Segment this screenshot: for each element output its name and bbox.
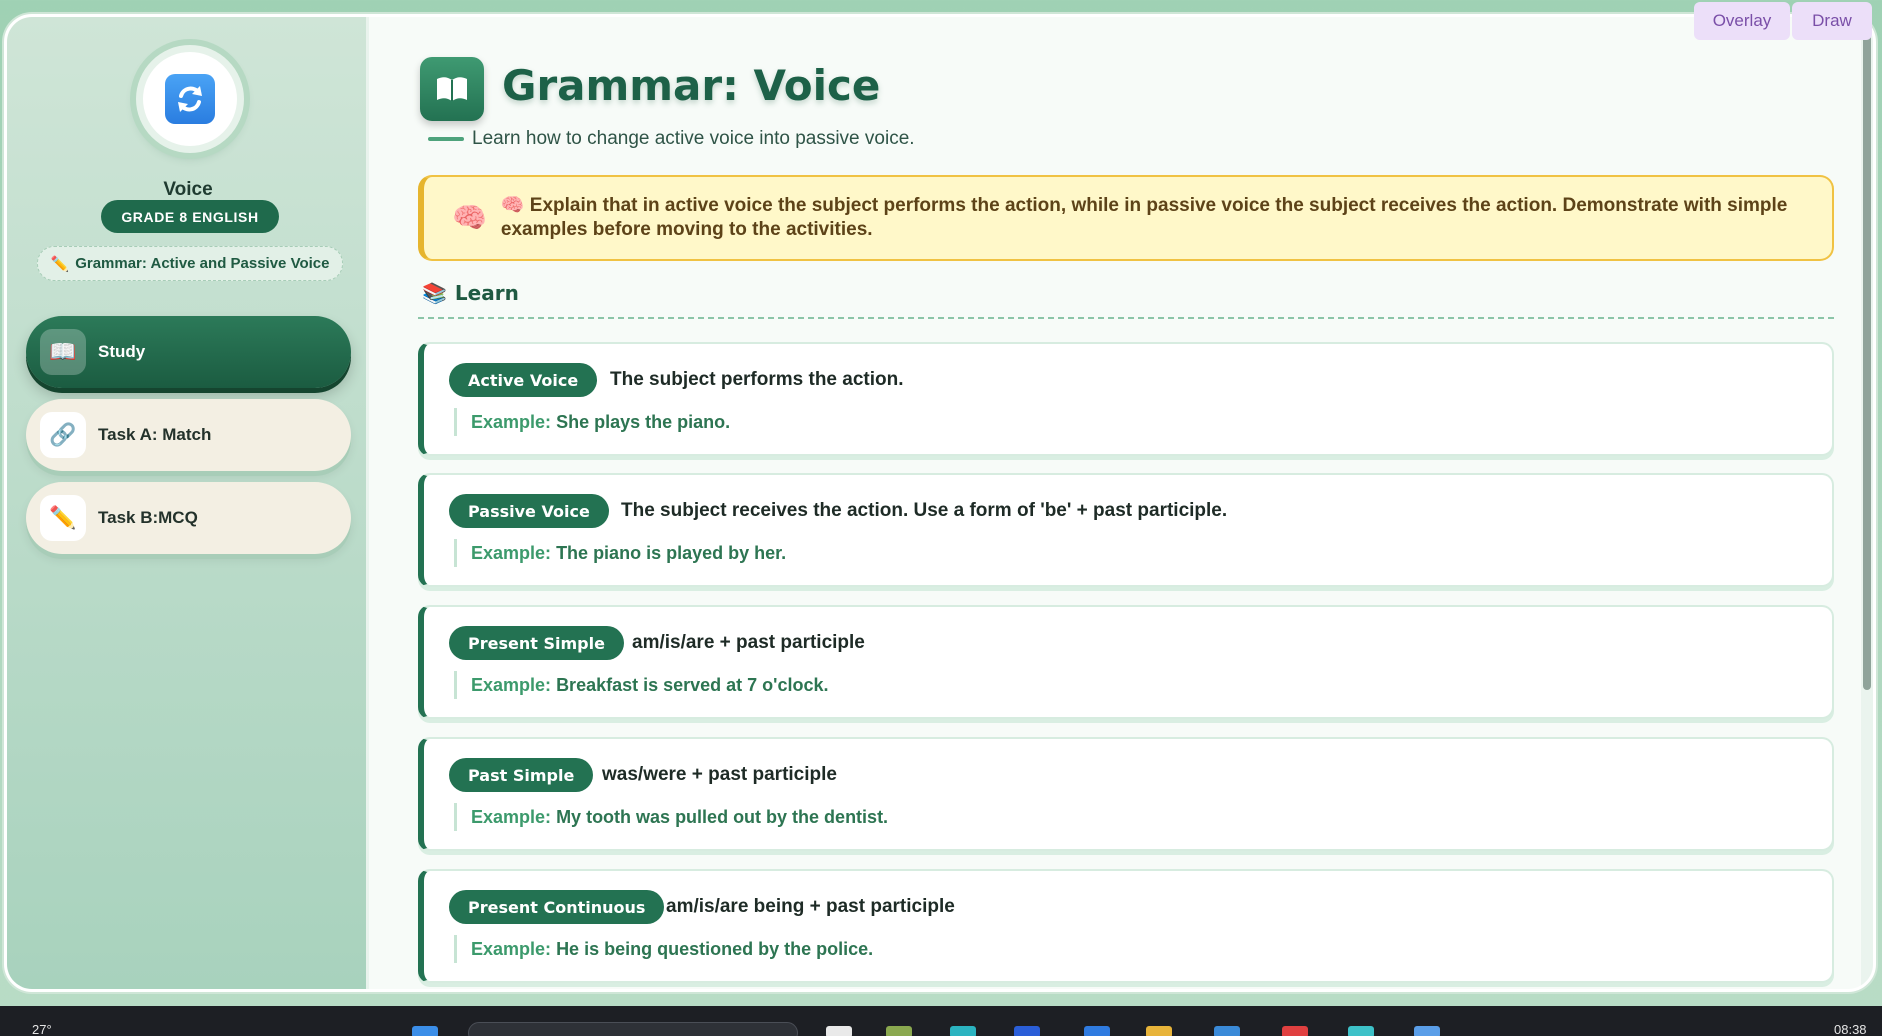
nav-item-task-b-mcq[interactable]: ✏️ Task B:MCQ: [26, 482, 351, 554]
refresh-icon: [165, 74, 215, 124]
clock[interactable]: 08:38: [1834, 1022, 1867, 1036]
scrollbar-thumb[interactable]: [1863, 25, 1871, 690]
term-definition: am/is/are being + past participle: [666, 896, 955, 917]
app-logo: [136, 45, 244, 153]
learn-section-heading: 📚 Learn: [422, 281, 519, 305]
topic-label: Grammar: Active and Passive Voice: [75, 255, 330, 272]
page-subtitle: Learn how to change active voice into pa…: [428, 128, 915, 150]
example-line: Example: The piano is played by her.: [454, 539, 786, 567]
topic-chip: ✏️ Grammar: Active and Passive Voice: [37, 246, 343, 281]
taskbar-app-icon[interactable]: [1014, 1026, 1040, 1036]
nav-item-study[interactable]: 📖 Study: [26, 316, 351, 388]
main-scrollbar[interactable]: [1861, 17, 1873, 989]
term-definition: am/is/are + past participle: [632, 632, 865, 653]
term-pill: Present Continuous: [449, 890, 665, 924]
term-pill: Passive Voice: [449, 494, 609, 528]
weather-temperature[interactable]: 27°: [32, 1022, 52, 1036]
term-definition: was/were + past participle: [602, 764, 837, 785]
taskbar-app-icon[interactable]: [826, 1026, 852, 1036]
example-line: Example: She plays the piano.: [454, 408, 730, 436]
sidebar-title: Voice: [163, 179, 213, 200]
main-content: Grammar: Voice Learn how to change activ…: [372, 17, 1873, 989]
example-line: Example: My tooth was pulled out by the …: [454, 803, 888, 831]
example-line: Example: Breakfast is served at 7 o'cloc…: [454, 671, 829, 699]
learn-heading-label: Learn: [454, 281, 519, 305]
overlay-button[interactable]: Overlay: [1694, 2, 1790, 40]
taskbar-app-icon[interactable]: [1348, 1026, 1374, 1036]
example-text: The piano is played by her.: [556, 543, 787, 563]
start-icon[interactable]: [412, 1026, 438, 1036]
os-taskbar: 27° 08:38: [0, 1006, 1882, 1036]
draw-button[interactable]: Draw: [1792, 2, 1872, 40]
nav-item-task-a-match[interactable]: 🔗 Task A: Match: [26, 399, 351, 471]
nav-item-label: Study: [98, 342, 146, 361]
link-icon: 🔗: [40, 412, 86, 458]
term-pill: Past Simple: [449, 758, 594, 792]
concept-card-present-continuous: Present Continuous am/is/are being + pas…: [418, 869, 1834, 983]
example-line: Example: He is being questioned by the p…: [454, 935, 873, 963]
concept-card-passive-voice: Passive Voice The subject receives the a…: [418, 473, 1834, 587]
taskbar-search[interactable]: [468, 1022, 798, 1036]
pencil-icon: ✏️: [40, 495, 86, 541]
pencil-icon: ✏️: [50, 255, 70, 273]
page-title: Grammar: Voice: [502, 61, 881, 110]
example-label: Example:: [471, 675, 552, 695]
taskbar-app-icon[interactable]: [950, 1026, 976, 1036]
taskbar-app-icon[interactable]: [1084, 1026, 1110, 1036]
subtitle-text: Learn how to change active voice into pa…: [472, 128, 915, 149]
example-text: My tooth was pulled out by the dentist.: [556, 807, 889, 827]
taskbar-app-icon[interactable]: [1414, 1026, 1440, 1036]
taskbar-app-icon[interactable]: [1282, 1026, 1308, 1036]
concept-card-present-simple: Present Simple am/is/are + past particip…: [418, 605, 1834, 719]
example-label: Example:: [471, 939, 552, 959]
section-divider: [418, 317, 1834, 319]
nav-item-label: Task A: Match: [98, 425, 212, 444]
book-icon: 📖: [40, 329, 86, 375]
grade-badge: GRADE 8 ENGLISH: [101, 200, 279, 233]
teacher-note: 🧠 🧠 Explain that in active voice the sub…: [418, 175, 1834, 261]
term-definition: The subject performs the action.: [610, 369, 904, 390]
concept-card-past-simple: Past Simple was/were + past participle E…: [418, 737, 1834, 851]
concept-card-active-voice: Active Voice The subject performs the ac…: [418, 342, 1834, 456]
example-label: Example:: [471, 412, 552, 432]
example-text: He is being questioned by the police.: [556, 939, 874, 959]
app-window: Voice GRADE 8 ENGLISH ✏️ Grammar: Active…: [4, 14, 1876, 992]
folder-icon[interactable]: [1146, 1026, 1172, 1036]
sidebar: Voice GRADE 8 ENGLISH ✏️ Grammar: Active…: [7, 17, 369, 989]
taskbar-app-icon[interactable]: [886, 1026, 912, 1036]
example-text: Breakfast is served at 7 o'clock.: [556, 675, 829, 695]
books-icon: 📚: [422, 281, 447, 305]
teacher-note-text: 🧠 Explain that in active voice the subje…: [500, 195, 1788, 240]
example-text: She plays the piano.: [556, 412, 731, 432]
taskbar-app-icon[interactable]: [1214, 1026, 1240, 1036]
open-book-icon: [420, 57, 484, 121]
term-pill: Active Voice: [449, 363, 598, 397]
term-pill: Present Simple: [449, 626, 624, 660]
nav-item-label: Task B:MCQ: [98, 508, 198, 527]
term-definition: The subject receives the action. Use a f…: [621, 500, 1228, 521]
example-label: Example:: [471, 807, 552, 827]
brain-icon: 🧠: [452, 202, 487, 233]
example-label: Example:: [471, 543, 552, 563]
subtitle-accent-line: [428, 137, 464, 141]
